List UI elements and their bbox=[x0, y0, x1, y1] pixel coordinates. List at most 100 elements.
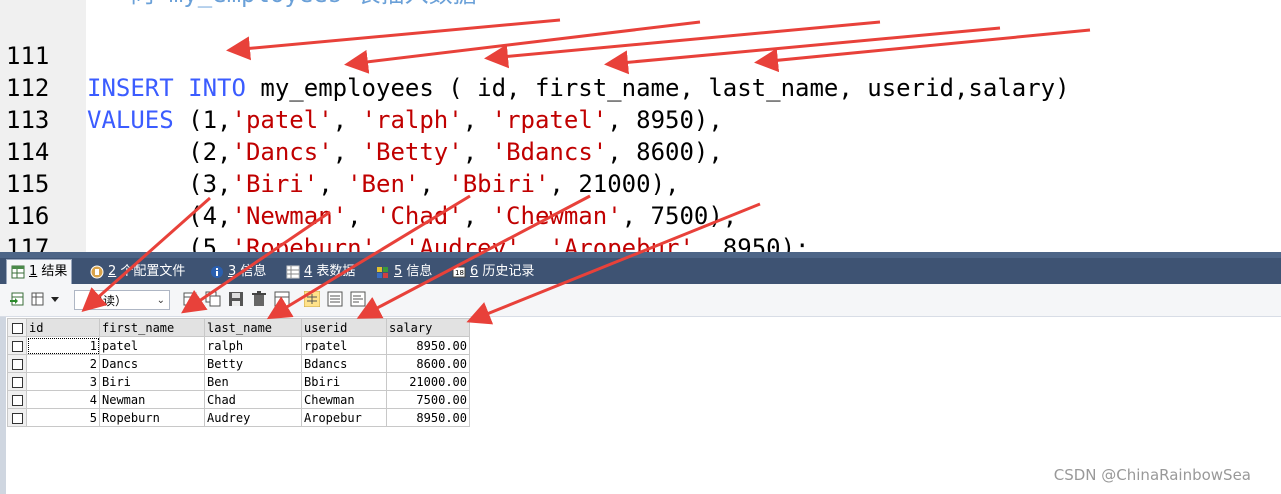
code-line-111[interactable]: 111 INSERT INTO my_employees ( id, first… bbox=[0, 8, 1070, 102]
text-mode-icon[interactable] bbox=[350, 291, 366, 307]
cell-first-name[interactable]: Newman bbox=[99, 390, 205, 409]
column-header-id[interactable]: id bbox=[26, 318, 100, 337]
form-mode-icon[interactable] bbox=[327, 291, 343, 307]
cell-first-name[interactable]: Ropeburn bbox=[99, 408, 205, 427]
chevron-down-icon[interactable] bbox=[50, 291, 60, 307]
cell-first-name[interactable]: Dancs bbox=[99, 354, 205, 373]
row-prefix: (4, bbox=[87, 202, 232, 230]
string-literal: 'Chewman' bbox=[491, 202, 622, 230]
code-line-114[interactable]: 114 (3,'Biri', 'Ben', 'Bbiri', 21000), bbox=[0, 104, 679, 198]
cell-last-name[interactable]: ralph bbox=[204, 336, 302, 355]
column-header-userid[interactable]: userid bbox=[301, 318, 387, 337]
string-literal: 'rpatel' bbox=[491, 106, 608, 134]
info-icon bbox=[211, 266, 223, 278]
into-keyword: INTO bbox=[188, 74, 246, 102]
watermark: CSDN @ChinaRainbowSea bbox=[1053, 466, 1251, 484]
code-line-113[interactable]: 113 (2,'Dancs', 'Betty', 'Bdancs', 8600)… bbox=[0, 72, 723, 166]
row-suffix: 8600), bbox=[621, 138, 723, 166]
string-literal: 'Bdancs' bbox=[491, 138, 608, 166]
cell-last-name[interactable]: Ben bbox=[204, 372, 302, 391]
cell-first-name[interactable]: Biri bbox=[99, 372, 205, 391]
column-header-salary[interactable]: salary bbox=[386, 318, 470, 337]
row-suffix: 7500), bbox=[636, 202, 738, 230]
string-literal: 'Betty' bbox=[361, 138, 463, 166]
row-checkbox[interactable] bbox=[7, 372, 27, 391]
cell-salary[interactable]: 8950.00 bbox=[386, 408, 470, 427]
values-keyword: VALUES bbox=[87, 106, 174, 134]
tab-info-2[interactable]: 5 信息 bbox=[372, 260, 436, 284]
tab-label: 历史记录 bbox=[478, 264, 535, 279]
table-row[interactable]: 4 Newman Chad Chewman 7500.00 bbox=[7, 390, 470, 409]
insert-row-icon[interactable] bbox=[182, 291, 198, 307]
row-checkbox[interactable] bbox=[7, 408, 27, 427]
insert-keyword: INSERT bbox=[87, 74, 174, 102]
result-grid-icon bbox=[11, 265, 25, 279]
tabs-top-strip bbox=[0, 252, 1281, 258]
cell-id[interactable]: 1 bbox=[26, 336, 100, 355]
refresh-icon[interactable] bbox=[274, 291, 290, 307]
cell-id[interactable]: 3 bbox=[26, 372, 100, 391]
results-table[interactable]: id first_name last_name userid salary 1 … bbox=[7, 318, 470, 427]
tab-table-data[interactable]: 4 表数据 bbox=[282, 260, 359, 284]
duplicate-row-icon[interactable] bbox=[205, 291, 221, 307]
cell-userid[interactable]: Aropebur bbox=[301, 408, 387, 427]
table-row[interactable]: 3 Biri Ben Bbiri 21000.00 bbox=[7, 372, 470, 391]
string-literal: 'Bbiri' bbox=[448, 170, 550, 198]
tab-label: 信息 bbox=[402, 264, 433, 279]
string-literal: 'ralph' bbox=[361, 106, 463, 134]
cell-salary[interactable]: 21000.00 bbox=[386, 372, 470, 391]
table-row[interactable]: 2 Dancs Betty Bdancs 8600.00 bbox=[7, 354, 470, 373]
string-literal: 'Newman' bbox=[231, 202, 348, 230]
row-checkbox[interactable] bbox=[7, 390, 27, 409]
row-checkbox[interactable] bbox=[7, 336, 27, 355]
cell-last-name[interactable]: Chad bbox=[204, 390, 302, 409]
table-data-icon bbox=[286, 265, 300, 279]
row-suffix: 8950), bbox=[621, 106, 723, 134]
table-header-row: id first_name last_name userid salary bbox=[7, 318, 470, 337]
cell-userid[interactable]: Bdancs bbox=[301, 354, 387, 373]
table-row[interactable]: 1 patel ralph rpatel 8950.00 bbox=[7, 336, 470, 355]
cell-first-name[interactable]: patel bbox=[99, 336, 205, 355]
tab-profiles[interactable]: 2 个配置文件 bbox=[86, 260, 189, 284]
string-literal: 'Chad' bbox=[376, 202, 463, 230]
cell-userid[interactable]: Bbiri bbox=[301, 372, 387, 391]
cell-id[interactable]: 2 bbox=[26, 354, 100, 373]
cell-id[interactable]: 5 bbox=[26, 408, 100, 427]
export-icon[interactable] bbox=[9, 291, 25, 307]
string-literal: 'Biri' bbox=[231, 170, 319, 198]
tab-history[interactable]: 18 6 历史记录 bbox=[448, 260, 538, 284]
select-all-checkbox[interactable] bbox=[7, 318, 27, 337]
code-line-116[interactable]: 116 (5,'Ropeburn', 'Audrey', 'Aropebur',… bbox=[0, 168, 810, 262]
row-checkbox[interactable] bbox=[7, 354, 27, 373]
cell-last-name[interactable]: Audrey bbox=[204, 408, 302, 427]
code-line-112[interactable]: 112 VALUES (1,'patel', 'ralph', 'rpatel'… bbox=[0, 40, 723, 134]
cell-userid[interactable]: Chewman bbox=[301, 390, 387, 409]
save-icon[interactable] bbox=[228, 291, 244, 307]
tab-results[interactable]: 1 结果 bbox=[6, 259, 73, 285]
results-toolbar: （只读） ⌄ bbox=[0, 284, 1281, 317]
cell-salary[interactable]: 8600.00 bbox=[386, 354, 470, 373]
code-line-117[interactable]: 117 bbox=[0, 200, 58, 262]
cell-id[interactable]: 4 bbox=[26, 390, 100, 409]
profile-icon bbox=[90, 265, 104, 279]
code-line-115[interactable]: 115 (4,'Newman', 'Chad', 'Chewman', 7500… bbox=[0, 136, 737, 230]
column-header-first-name[interactable]: first_name bbox=[99, 318, 205, 337]
grid-view-menu-icon[interactable] bbox=[31, 291, 47, 307]
chevron-down-icon: ⌄ bbox=[156, 295, 165, 306]
delete-icon[interactable] bbox=[251, 291, 267, 307]
cell-salary[interactable]: 8950.00 bbox=[386, 336, 470, 355]
table-row[interactable]: 5 Ropeburn Audrey Aropebur 8950.00 bbox=[7, 408, 470, 427]
sql-editor[interactable]: -- 向 my_employees 表插入数据 111 INSERT INTO … bbox=[0, 0, 1281, 262]
cell-userid[interactable]: rpatel bbox=[301, 336, 387, 355]
read-only-mode-select[interactable]: （只读） ⌄ bbox=[74, 290, 170, 310]
history-icon: 18 bbox=[452, 266, 466, 278]
tab-label: 结果 bbox=[37, 264, 68, 279]
row-suffix: 21000), bbox=[563, 170, 680, 198]
cell-salary[interactable]: 7500.00 bbox=[386, 390, 470, 409]
column-header-last-name[interactable]: last_name bbox=[204, 318, 302, 337]
row-prefix: (2, bbox=[87, 138, 232, 166]
tab-info[interactable]: 3 信息 bbox=[206, 260, 270, 284]
grid-mode-icon[interactable] bbox=[304, 291, 320, 307]
mode-select-value: （只读） bbox=[79, 294, 128, 308]
cell-last-name[interactable]: Betty bbox=[204, 354, 302, 373]
